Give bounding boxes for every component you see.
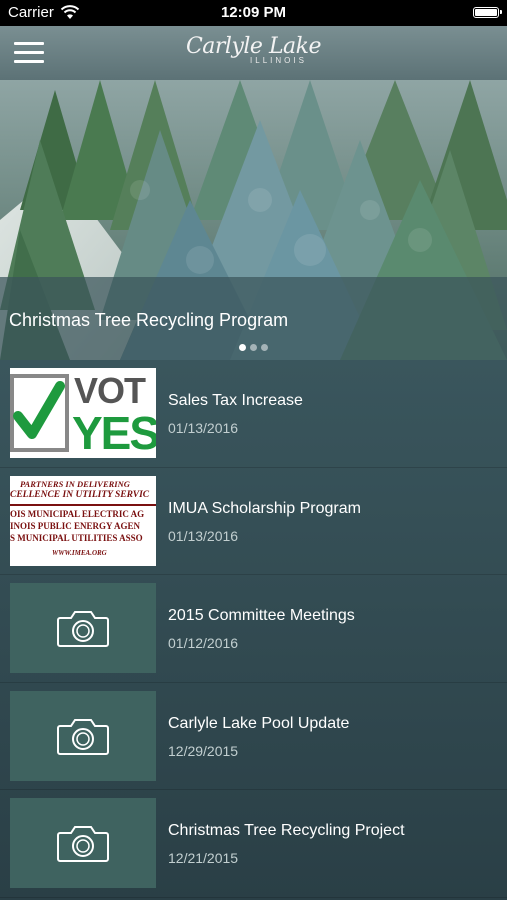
imea-line-6: WWW.IMEA.ORG bbox=[52, 548, 107, 557]
news-list: VOT YES Sales Tax Increase 01/13/2016 PA… bbox=[0, 360, 507, 898]
nav-bar: Carlyle Lake ILLINOIS bbox=[0, 26, 507, 80]
list-item[interactable]: Carlyle Lake Pool Update 12/29/2015 bbox=[0, 683, 507, 790]
imea-line-4: INOIS PUBLIC ENERGY AGEN bbox=[10, 520, 140, 531]
imea-line-3: OIS MUNICIPAL ELECTRIC AG bbox=[10, 508, 145, 519]
image-placeholder bbox=[10, 690, 156, 781]
item-date: 01/13/2016 bbox=[168, 527, 239, 544]
item-date: 12/29/2015 bbox=[168, 742, 239, 759]
item-title: 2015 Committee Meetings bbox=[168, 607, 355, 624]
status-bar: Carrier 12:09 PM bbox=[0, 0, 507, 26]
imea-line-1: PARTNERS IN DELIVERING bbox=[20, 478, 130, 489]
clock: 12:09 PM bbox=[220, 4, 287, 21]
image-placeholder bbox=[10, 583, 156, 673]
vote-yes-thumbnail: VOT YES bbox=[10, 368, 156, 458]
camera-icon bbox=[57, 826, 109, 862]
app-logo: Carlyle Lake ILLINOIS bbox=[0, 34, 507, 65]
imea-line-5: S MUNICIPAL UTILITIES ASSO bbox=[10, 532, 143, 543]
list-item[interactable]: Christmas Tree Recycling Project 12/21/2… bbox=[0, 790, 507, 898]
item-title: Sales Tax Increase bbox=[168, 392, 303, 409]
carousel-title: Christmas Tree Recycling Program bbox=[9, 310, 289, 330]
list-item[interactable]: PARTNERS IN DELIVERING CELLENCE IN UTILI… bbox=[0, 468, 507, 575]
yes-text: YES bbox=[72, 407, 156, 458]
logo-subtitle: ILLINOIS bbox=[250, 56, 307, 65]
imea-line-2: CELLENCE IN UTILITY SERVIC bbox=[10, 489, 150, 500]
featured-carousel[interactable]: Christmas Tree Recycling Program bbox=[0, 80, 507, 360]
imea-thumbnail: PARTNERS IN DELIVERING CELLENCE IN UTILI… bbox=[10, 475, 156, 566]
item-date: 01/13/2016 bbox=[168, 420, 239, 436]
page-dot-2[interactable] bbox=[250, 344, 257, 351]
divider bbox=[10, 503, 156, 506]
camera-icon bbox=[57, 718, 109, 755]
page-dot-1[interactable] bbox=[239, 344, 246, 351]
list-item[interactable]: 2015 Committee Meetings 01/12/2016 bbox=[0, 575, 507, 683]
image-placeholder bbox=[10, 798, 156, 888]
battery-icon bbox=[473, 7, 502, 18]
page-dot-3[interactable] bbox=[261, 344, 268, 351]
item-date: 01/12/2016 bbox=[168, 635, 239, 651]
item-title: Christmas Tree Recycling Project bbox=[168, 822, 405, 839]
list-item[interactable]: VOT YES Sales Tax Increase 01/13/2016 bbox=[0, 360, 507, 468]
carousel-page-indicator[interactable] bbox=[0, 344, 507, 352]
item-title: Carlyle Lake Pool Update bbox=[168, 714, 350, 732]
item-title: IMUA Scholarship Program bbox=[168, 499, 361, 517]
camera-icon bbox=[57, 611, 109, 647]
item-date: 12/21/2015 bbox=[168, 850, 239, 866]
